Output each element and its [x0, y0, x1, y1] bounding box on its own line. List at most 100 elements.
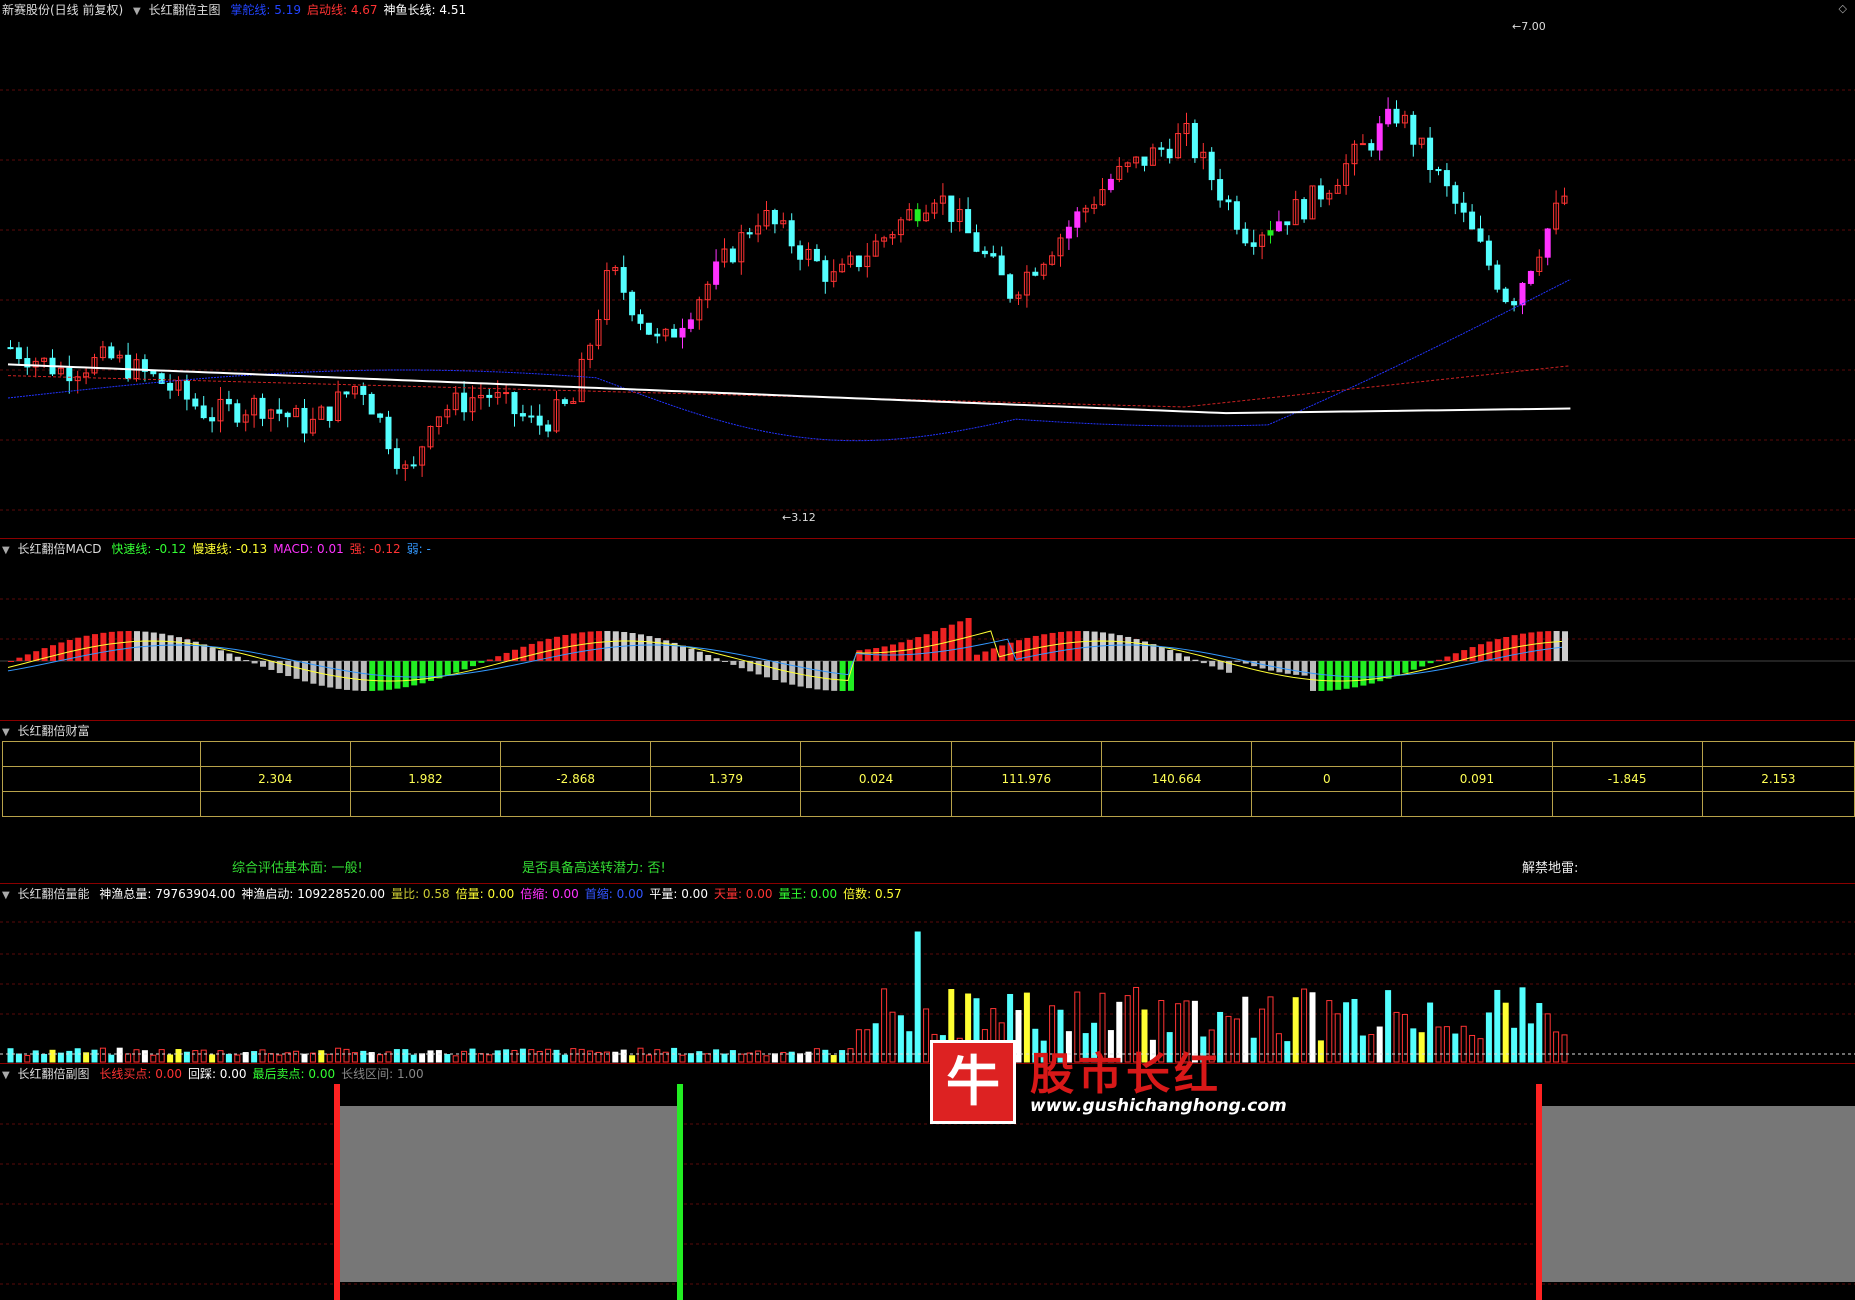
- candle-body: [1225, 199, 1232, 203]
- macd-bar: [1125, 636, 1132, 661]
- collapse-triangle-icon[interactable]: ▼: [2, 545, 10, 556]
- indicator-field: 长线区间: 1.00: [341, 1067, 424, 1081]
- volume-bar: [1351, 998, 1358, 1063]
- candle-body: [1032, 271, 1039, 276]
- candle-body: [973, 232, 980, 252]
- volume-bar: [528, 1049, 535, 1063]
- candle-body: [1460, 202, 1467, 213]
- main-chart-panel[interactable]: 新赛股份(日线 前复权) ▼ 长红翻倍主图 掌舵线: 5.19 启动线: 4.67…: [0, 0, 1855, 538]
- macd-bar: [260, 661, 266, 667]
- macd-bar: [251, 661, 258, 664]
- table-cell: [1551, 791, 1703, 817]
- watermark-logo: 牛 股市长红 www.gushichanghong.com: [930, 1040, 1287, 1124]
- indicator-field: 倍缩: 0.00: [520, 887, 579, 901]
- volume-bar: [234, 1054, 241, 1063]
- volume-bar: [1443, 1026, 1450, 1063]
- collapse-triangle-icon[interactable]: ▼: [2, 727, 10, 738]
- macd-bar: [638, 634, 644, 661]
- volume-bar: [192, 1050, 199, 1063]
- volume-bar: [1275, 1033, 1282, 1063]
- mine-eval-text: 解禁地雷:: [1522, 861, 1579, 876]
- candlestick-chart[interactable]: ←7.00 ←3.12: [0, 0, 1855, 538]
- candle-body: [1107, 178, 1114, 191]
- macd-bar: [1427, 661, 1434, 664]
- volume-bar: [494, 1050, 501, 1063]
- volume-bar: [822, 1049, 829, 1063]
- macd-bar: [360, 661, 367, 691]
- table-cell: 2.304: [199, 766, 351, 792]
- macd-indicator-name: 长红翻倍MACD: [17, 542, 102, 556]
- candle-body: [519, 413, 526, 417]
- macd-chart[interactable]: [0, 539, 1855, 721]
- macd-bar: [738, 661, 745, 669]
- macd-bar: [1452, 653, 1459, 661]
- sub-chart[interactable]: [0, 1064, 1855, 1300]
- volume-bar: [343, 1048, 350, 1063]
- volume-bar: [1334, 1013, 1341, 1063]
- volume-bar: [1460, 1025, 1467, 1063]
- macd-bar: [486, 659, 493, 661]
- table-cell: [349, 791, 502, 817]
- collapse-triangle-icon[interactable]: ▼: [2, 890, 10, 901]
- candle-body: [1527, 270, 1534, 284]
- macd-bar: [1167, 650, 1174, 661]
- macd-bar: [755, 661, 762, 675]
- table-cell: [1100, 741, 1253, 767]
- volume-bar: [620, 1049, 627, 1063]
- candle-body: [1485, 240, 1492, 266]
- macd-bar: [1074, 631, 1081, 661]
- table-cell: 111.976: [950, 766, 1102, 792]
- table-cell: [1401, 741, 1553, 767]
- long-range-zone: [340, 1106, 678, 1282]
- macd-bar: [923, 634, 930, 661]
- volume-bar: [360, 1050, 367, 1063]
- volume-bar: [66, 1050, 73, 1063]
- candle-body: [225, 398, 232, 405]
- volume-bar: [906, 1031, 913, 1063]
- macd-bar: [713, 658, 720, 661]
- volume-bar: [217, 1050, 224, 1063]
- volume-chart[interactable]: [0, 884, 1855, 1064]
- volume-bar: [511, 1049, 518, 1063]
- macd-bar: [176, 637, 182, 661]
- volume-bar: [696, 1051, 703, 1063]
- candle-body: [1007, 274, 1014, 299]
- collapse-triangle-icon[interactable]: ▼: [133, 6, 141, 17]
- volume-bar: [267, 1053, 274, 1063]
- candle-body: [1217, 179, 1224, 201]
- candle-body: [1477, 228, 1484, 242]
- indicator-field: 倍量: 0.00: [455, 887, 515, 901]
- volume-bar: [864, 1029, 871, 1063]
- volume-bar: [721, 1053, 728, 1063]
- indicator-field: 弱: -: [406, 542, 431, 556]
- candle-body: [360, 386, 367, 395]
- volume-bar: [49, 1049, 56, 1063]
- watermark-url: www.gushichanghong.com: [1030, 1096, 1287, 1116]
- candle-body: [276, 409, 283, 414]
- candle-body: [1191, 122, 1198, 159]
- candle-body: [629, 291, 636, 316]
- candle-body: [1435, 169, 1442, 172]
- candle-body: [561, 399, 568, 404]
- sub-panel[interactable]: ▼ 长红翻倍副图 长线买点: 0.00 回踩: 0.00 最后卖点: 0.00 长线区…: [0, 1063, 1855, 1300]
- macd-bar: [1553, 631, 1560, 661]
- volume-bar: [419, 1053, 426, 1063]
- volume-bar: [301, 1053, 308, 1063]
- indicator-field: 快速线: -0.12: [111, 542, 187, 556]
- macd-panel[interactable]: ▼ 长红翻倍MACD 快速线: -0.12 慢速线: -0.13 MACD: 0.0…: [0, 538, 1855, 720]
- volume-bar: [645, 1054, 652, 1063]
- volume-bar: [167, 1054, 174, 1063]
- macd-bar: [150, 632, 157, 661]
- volume-bar: [713, 1049, 720, 1063]
- volume-bar: [1469, 1034, 1476, 1063]
- candle-body: [1208, 151, 1215, 181]
- candle-body: [486, 394, 493, 398]
- volume-bar: [1326, 1000, 1333, 1063]
- collapse-triangle-icon[interactable]: ▼: [2, 1070, 10, 1081]
- long-range-zone: [1542, 1106, 1855, 1282]
- volume-bar: [1527, 1023, 1534, 1063]
- macd-bar: [528, 643, 535, 661]
- volume-panel[interactable]: ▼ 长红翻倍量能 神渔总量: 79763904.00 神渔启动: 10922852…: [0, 883, 1855, 1063]
- macd-bar: [444, 661, 451, 676]
- candle-body: [990, 253, 997, 257]
